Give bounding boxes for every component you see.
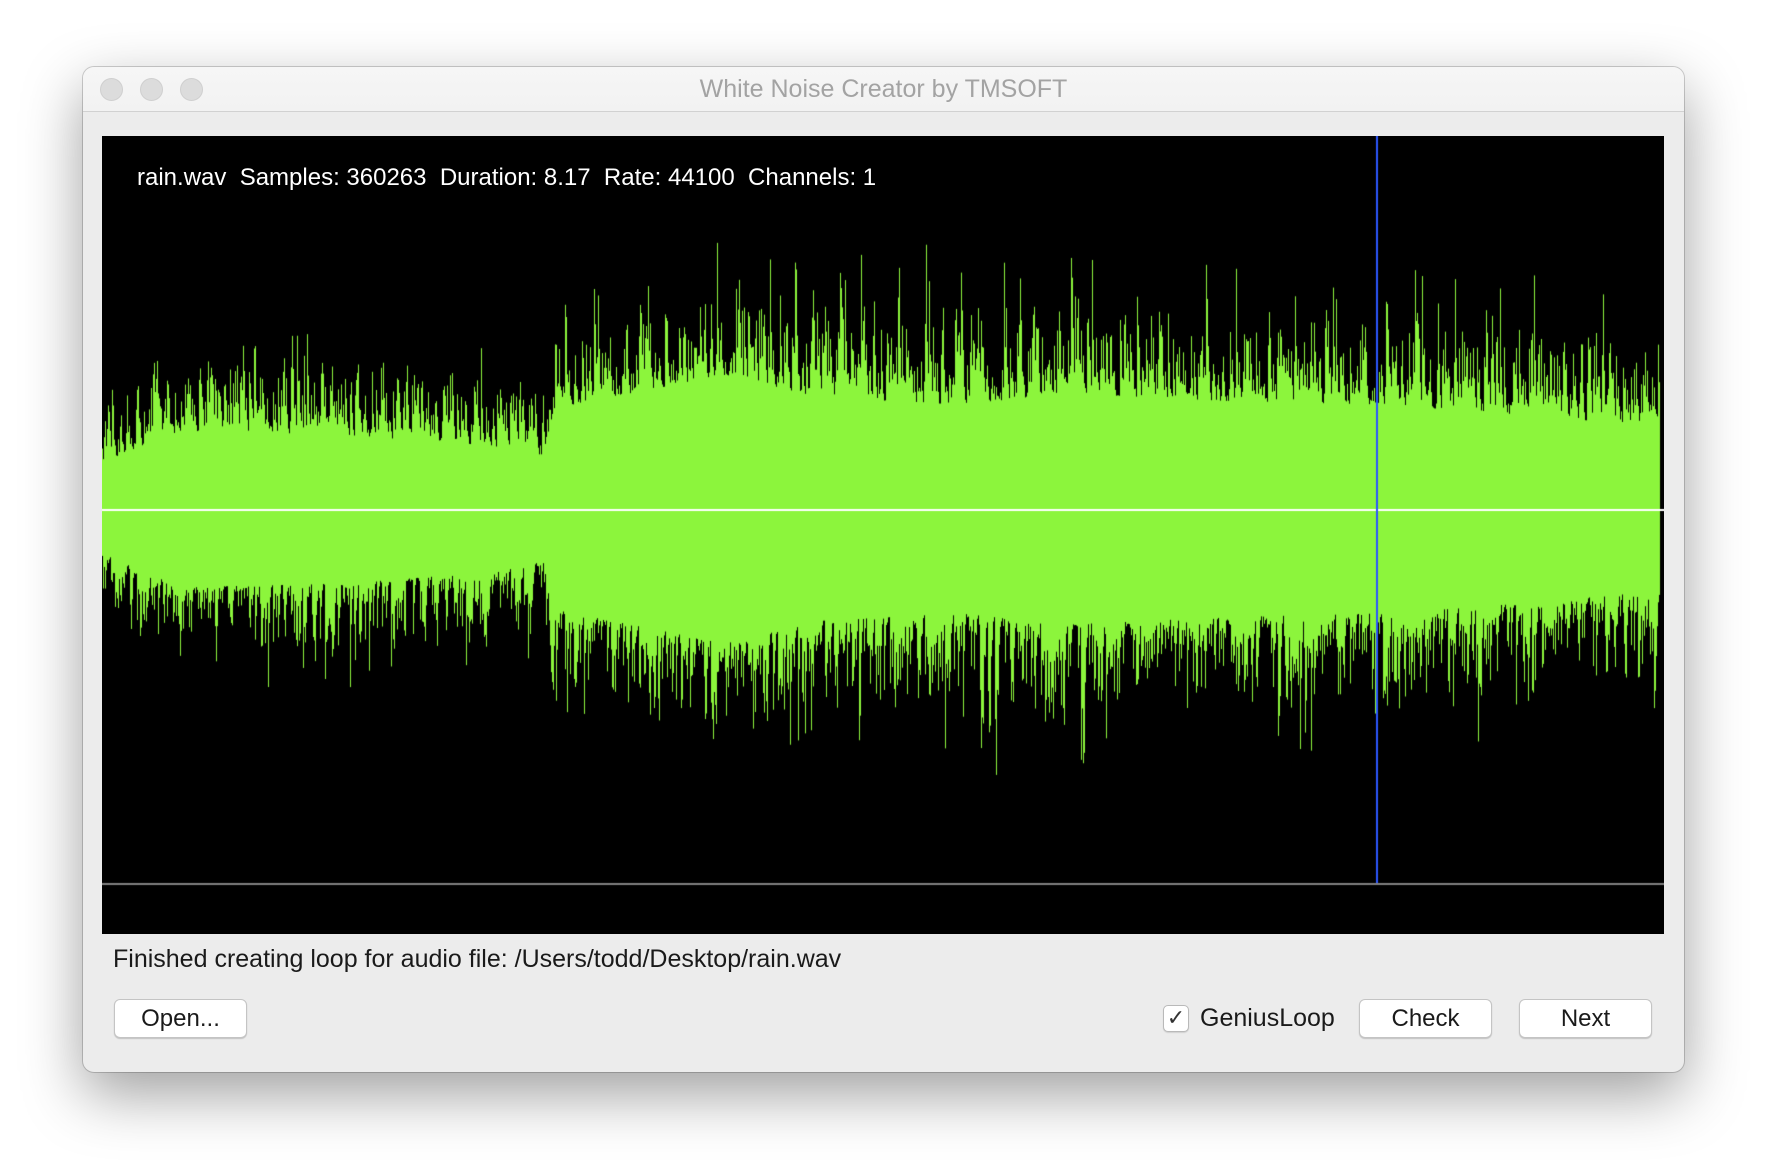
next-button[interactable]: Next xyxy=(1519,999,1652,1038)
open-button[interactable]: Open... xyxy=(114,999,247,1038)
genius-loop-toggle[interactable]: ✓ GeniusLoop xyxy=(1163,1004,1335,1032)
genius-loop-label[interactable]: GeniusLoop xyxy=(1200,1004,1335,1033)
check-button[interactable]: Check xyxy=(1359,999,1492,1038)
window-title: White Noise Creator by TMSOFT xyxy=(699,75,1068,103)
title-bar[interactable]: White Noise Creator by TMSOFT xyxy=(83,67,1684,112)
checkmark-icon: ✓ xyxy=(1166,1005,1186,1030)
waveform-view[interactable]: rain.wav Samples: 360263 Duration: 8.17 … xyxy=(102,136,1664,934)
genius-loop-checkbox[interactable]: ✓ xyxy=(1163,1004,1189,1032)
audio-info-text: rain.wav Samples: 360263 Duration: 8.17 … xyxy=(137,164,877,191)
waveform-canvas[interactable] xyxy=(102,136,1664,934)
app-window: White Noise Creator by TMSOFT rain.wav S… xyxy=(83,67,1684,1072)
status-message: Finished creating loop for audio file: /… xyxy=(113,945,842,973)
